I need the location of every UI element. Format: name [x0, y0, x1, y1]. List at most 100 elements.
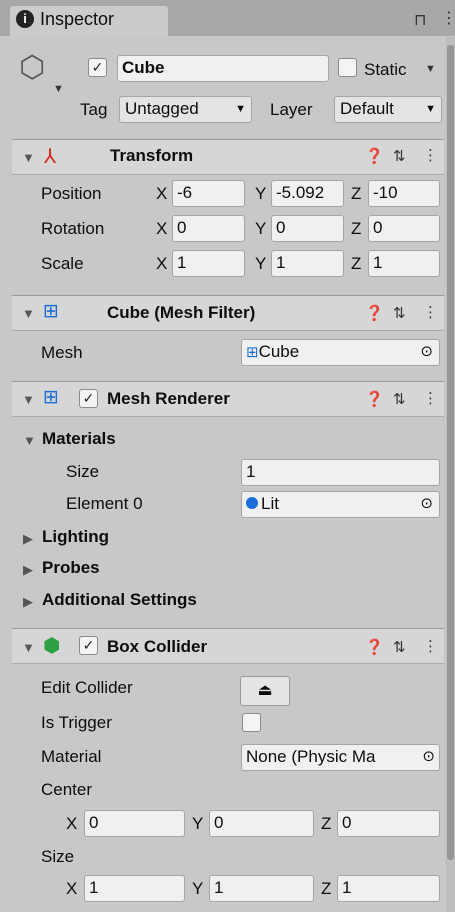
preset-icon[interactable]: ⇅	[393, 304, 406, 322]
additional-settings-label[interactable]: Additional Settings	[42, 590, 197, 610]
rotation-z-field[interactable]: 0	[368, 215, 440, 242]
gameobject-icon: ⬡	[19, 51, 46, 84]
tab-title: Inspector	[40, 9, 115, 29]
layer-dropdown[interactable]: Default ▼	[334, 96, 442, 123]
element0-label: Element 0	[66, 494, 143, 513]
mesh-object-field[interactable]: ⊞Cube ⊙	[241, 339, 440, 366]
size-vector-label: Size	[41, 847, 75, 866]
axis-y-label: Y	[255, 184, 267, 203]
tab-menu-icon[interactable]: ⋮	[441, 8, 455, 28]
inspector-tab[interactable]: i Inspector	[10, 6, 168, 37]
axis-x-label: X	[156, 219, 168, 238]
foldout-arrow-icon[interactable]: ▼	[22, 392, 35, 407]
center-y-field[interactable]: 0	[209, 810, 314, 837]
chevron-down-icon: ▼	[235, 103, 246, 115]
additional-foldout-icon[interactable]: ▶	[23, 594, 33, 610]
lighting-label[interactable]: Lighting	[42, 527, 109, 547]
lighting-foldout-icon[interactable]: ▶	[23, 531, 33, 547]
axis-x-label: X	[156, 254, 168, 273]
mesh-renderer-title: Mesh Renderer	[107, 389, 230, 408]
layer-label: Layer	[270, 100, 313, 119]
axis-y-label: Y	[255, 254, 267, 273]
tag-dropdown[interactable]: Untagged ▼	[119, 96, 252, 123]
size-x-field[interactable]: 1	[84, 875, 185, 902]
scrollbar-thumb[interactable]	[447, 45, 454, 860]
static-dropdown-icon[interactable]: ▼	[425, 63, 436, 75]
foldout-arrow-icon[interactable]: ▼	[22, 640, 35, 655]
scale-label: Scale	[41, 254, 84, 273]
rotation-x-field[interactable]: 0	[172, 215, 245, 242]
mesh-filter-icon: ⊞	[43, 301, 59, 322]
transform-icon: ⅄	[44, 146, 57, 168]
box-collider-icon: ⬢	[43, 635, 61, 657]
component-menu-icon[interactable]: ⋮	[423, 146, 438, 164]
object-picker-icon[interactable]: ⊙	[420, 494, 433, 512]
position-z-field[interactable]: -10	[368, 180, 440, 207]
mesh-renderer-enabled-checkbox[interactable]: ✓	[79, 389, 98, 408]
position-x-field[interactable]: -6	[172, 180, 245, 207]
center-x-field[interactable]: 0	[84, 810, 185, 837]
help-icon[interactable]: ❓	[365, 147, 384, 165]
scale-x-field[interactable]: 1	[172, 250, 245, 277]
foldout-arrow-icon[interactable]: ▼	[22, 150, 35, 165]
scale-y-field[interactable]: 1	[271, 250, 344, 277]
mesh-filter-title: Cube (Mesh Filter)	[107, 303, 256, 322]
axis-x-label: X	[66, 814, 78, 833]
axis-z-label: Z	[351, 254, 362, 273]
box-collider-enabled-checkbox[interactable]: ✓	[79, 636, 98, 655]
box-collider-title: Box Collider	[107, 637, 208, 656]
component-menu-icon[interactable]: ⋮	[423, 389, 438, 407]
preset-icon[interactable]: ⇅	[393, 638, 406, 656]
axis-y-label: Y	[192, 814, 204, 833]
center-z-field[interactable]: 0	[337, 810, 440, 837]
size-z-field[interactable]: 1	[337, 875, 440, 902]
rotation-y-field[interactable]: 0	[271, 215, 344, 242]
edit-collider-label: Edit Collider	[41, 678, 133, 697]
materials-label[interactable]: Materials	[42, 429, 116, 449]
axis-z-label: Z	[351, 184, 362, 203]
static-label: Static	[364, 60, 407, 79]
static-checkbox[interactable]	[338, 58, 357, 77]
rotation-label: Rotation	[41, 219, 105, 238]
preset-icon[interactable]: ⇅	[393, 147, 406, 165]
collider-material-field[interactable]: None (Physic Ma ⊙	[241, 744, 440, 771]
help-icon[interactable]: ❓	[365, 304, 384, 322]
size-label: Size	[66, 462, 100, 481]
materials-size-field[interactable]: 1	[241, 459, 440, 486]
help-icon[interactable]: ❓	[365, 638, 384, 656]
lock-icon[interactable]: ⊓	[414, 10, 426, 30]
position-label: Position	[41, 184, 102, 203]
object-picker-icon[interactable]: ⊙	[420, 342, 433, 360]
icon-dropdown-arrow[interactable]: ▼	[53, 83, 64, 95]
probes-foldout-icon[interactable]: ▶	[23, 562, 33, 578]
active-checkbox[interactable]: ✓	[88, 58, 107, 77]
object-name-field[interactable]: Cube	[117, 55, 329, 82]
help-icon[interactable]: ❓	[365, 390, 384, 408]
material-sphere-icon	[246, 497, 258, 509]
tag-label: Tag	[80, 100, 108, 119]
axis-y-label: Y	[192, 879, 204, 898]
edit-collider-icon: ⏏	[257, 682, 273, 699]
axis-x-label: X	[66, 879, 78, 898]
preset-icon[interactable]: ⇅	[393, 390, 406, 408]
axis-z-label: Z	[321, 879, 332, 898]
info-icon: i	[16, 10, 34, 28]
axis-y-label: Y	[255, 219, 267, 238]
is-trigger-checkbox[interactable]	[242, 713, 261, 732]
center-label: Center	[41, 780, 93, 799]
component-menu-icon[interactable]: ⋮	[423, 303, 438, 321]
material-element0-field[interactable]: Lit ⊙	[241, 491, 440, 518]
edit-collider-button[interactable]: ⏏	[240, 676, 290, 706]
position-y-field[interactable]: -5.092	[271, 180, 344, 207]
size-y-field[interactable]: 1	[209, 875, 314, 902]
chevron-down-icon: ▼	[425, 103, 436, 115]
axis-z-label: Z	[351, 219, 362, 238]
scale-z-field[interactable]: 1	[368, 250, 440, 277]
materials-foldout-icon[interactable]: ▼	[23, 433, 36, 448]
axis-z-label: Z	[321, 814, 332, 833]
foldout-arrow-icon[interactable]: ▼	[22, 306, 35, 321]
component-menu-icon[interactable]: ⋮	[423, 637, 438, 655]
object-picker-icon[interactable]: ⊙	[420, 747, 435, 765]
mesh-grid-icon: ⊞	[246, 344, 259, 361]
probes-label[interactable]: Probes	[42, 558, 100, 578]
